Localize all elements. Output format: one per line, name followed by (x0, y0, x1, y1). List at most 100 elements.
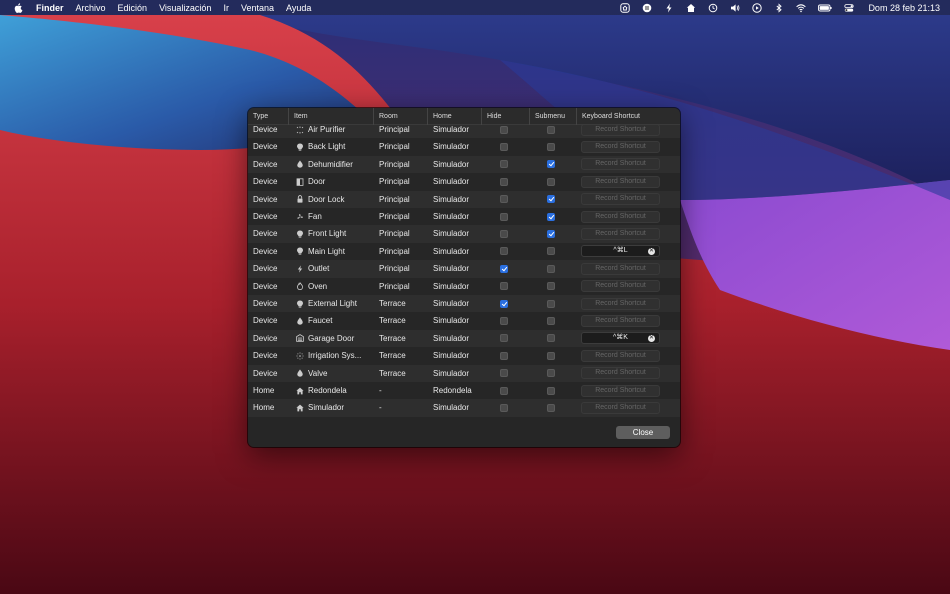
record-shortcut-button[interactable]: Record Shortcut (581, 402, 660, 415)
battery-icon[interactable] (818, 3, 833, 13)
menu-ir[interactable]: Ir (223, 3, 229, 13)
record-shortcut-button[interactable]: Record Shortcut (581, 349, 660, 362)
record-shortcut-button[interactable]: Record Shortcut (581, 315, 660, 328)
table-row[interactable]: Device Main Light Principal Simulador ^⌘L ✕ (248, 243, 680, 260)
table-row[interactable]: Device Oven Principal Simulador Record Short… (248, 278, 680, 295)
menu-finder[interactable]: Finder (36, 3, 64, 13)
menu-ventana[interactable]: Ventana (241, 3, 274, 13)
submenu-checkbox[interactable] (547, 247, 555, 256)
play-icon[interactable] (752, 2, 763, 13)
shortcut-recorder[interactable]: ^⌘L ✕ (581, 245, 660, 258)
hide-checkbox[interactable] (500, 317, 508, 326)
header-item[interactable]: Item (288, 108, 373, 125)
record-shortcut-button[interactable]: Record Shortcut (581, 141, 660, 154)
hide-checkbox[interactable] (500, 230, 508, 239)
submenu-checkbox[interactable] (547, 264, 555, 273)
record-shortcut-button[interactable]: Record Shortcut (581, 297, 660, 310)
table-row[interactable]: Device External Light Terrace Simulador Reco… (248, 295, 680, 313)
table-row[interactable]: Device Front Light Principal Simulador Recor… (248, 225, 680, 243)
hide-checkbox[interactable] (500, 282, 508, 291)
wifi-icon[interactable] (796, 3, 807, 13)
control-center-icon[interactable] (844, 3, 855, 13)
record-shortcut-button[interactable]: Record Shortcut (581, 262, 660, 275)
record-shortcut-button[interactable]: Record Shortcut (581, 125, 660, 136)
vpn-icon[interactable] (642, 3, 652, 13)
submenu-checkbox[interactable] (547, 334, 555, 343)
record-shortcut-button[interactable]: Record Shortcut (581, 175, 660, 188)
clear-shortcut-icon[interactable]: ✕ (648, 247, 655, 255)
submenu-checkbox[interactable] (547, 143, 555, 152)
hide-checkbox[interactable] (500, 351, 508, 360)
submenu-checkbox[interactable] (547, 369, 555, 378)
hide-checkbox[interactable] (500, 212, 508, 221)
table-row[interactable]: Device Valve Terrace Simulador Record Shortc… (248, 364, 680, 382)
shortcut-value: ^⌘K (613, 334, 628, 342)
header-type[interactable]: Type (248, 108, 288, 125)
submenu-checkbox[interactable] (547, 282, 555, 291)
submenu-checkbox[interactable] (547, 230, 555, 239)
close-button[interactable]: Close (616, 426, 670, 439)
submenu-checkbox[interactable] (547, 160, 555, 169)
table-row[interactable]: Device Air Purifier Principal Simulador Reco… (248, 125, 680, 139)
hide-checkbox[interactable] (500, 177, 508, 186)
row-item-name: Simulador (308, 403, 345, 413)
bluetooth-icon[interactable] (774, 2, 784, 13)
table-row[interactable]: Device Back Light Principal Simulador Record… (248, 138, 680, 155)
time-machine-icon[interactable] (708, 3, 718, 13)
record-shortcut-button[interactable]: Record Shortcut (581, 280, 660, 293)
hide-checkbox[interactable] (500, 334, 508, 343)
submenu-checkbox[interactable] (547, 195, 555, 204)
menu-archivo[interactable]: Archivo (76, 3, 106, 13)
submenu-checkbox[interactable] (547, 404, 555, 413)
record-shortcut-button[interactable]: Record Shortcut (581, 228, 660, 241)
record-shortcut-button[interactable]: Record Shortcut (581, 158, 660, 171)
hide-checkbox[interactable] (500, 264, 508, 273)
header-home[interactable]: Home (427, 108, 481, 125)
submenu-checkbox[interactable] (547, 351, 555, 360)
table-row[interactable]: Device Door Lock Principal Simulador Record … (248, 190, 680, 208)
hide-checkbox[interactable] (500, 247, 508, 256)
hide-checkbox[interactable] (500, 386, 508, 395)
table-row[interactable]: Device Faucet Terrace Simulador Record Short… (248, 312, 680, 329)
hide-checkbox[interactable] (500, 143, 508, 152)
submenu-checkbox[interactable] (547, 125, 555, 134)
submenu-checkbox[interactable] (547, 386, 555, 395)
table-row[interactable]: Device Outlet Principal Simulador Record Sho… (248, 260, 680, 278)
record-shortcut-button[interactable]: Record Shortcut (581, 210, 660, 223)
menu-edicion[interactable]: Edición (118, 3, 148, 13)
record-shortcut-button[interactable]: Record Shortcut (581, 384, 660, 397)
header-room[interactable]: Room (373, 108, 427, 125)
submenu-checkbox[interactable] (547, 212, 555, 221)
header-hide[interactable]: Hide (481, 108, 529, 125)
hide-checkbox[interactable] (500, 299, 508, 308)
header-keyboard-shortcut[interactable]: Keyboard Shortcut (576, 108, 680, 125)
record-shortcut-button[interactable]: Record Shortcut (581, 367, 660, 380)
table-row[interactable]: Device Door Principal Simulador Record Short… (248, 173, 680, 190)
clear-shortcut-icon[interactable]: ✕ (648, 334, 655, 342)
hide-checkbox[interactable] (500, 195, 508, 204)
shortcut-recorder[interactable]: ^⌘K ✕ (581, 332, 660, 345)
bolt-icon[interactable] (664, 3, 674, 13)
menubar-clock[interactable]: Dom 28 feb 21:13 (868, 3, 940, 13)
table-row[interactable]: Device Dehumidifier Principal Simulador Reco… (248, 155, 680, 174)
header-submenu[interactable]: Submenu (529, 108, 576, 125)
hide-checkbox[interactable] (500, 160, 508, 169)
hide-checkbox[interactable] (500, 404, 508, 413)
menu-visualizacion[interactable]: Visualización (159, 3, 211, 13)
table-row[interactable]: Device Fan Principal Simulador Record Shortc… (248, 208, 680, 225)
table-row[interactable]: Device Garage Door Terrace Simulador ^⌘K ✕ (248, 329, 680, 348)
home-status-icon[interactable] (620, 2, 631, 13)
hide-checkbox[interactable] (500, 125, 508, 134)
submenu-checkbox[interactable] (547, 177, 555, 186)
menu-ayuda[interactable]: Ayuda (286, 3, 311, 13)
submenu-checkbox[interactable] (547, 317, 555, 326)
volume-icon[interactable] (730, 3, 740, 13)
table-row[interactable]: Home Redondela - Redondela Record Shortcut (248, 382, 680, 399)
table-row[interactable]: Home Simulador - Simulador Record Shortcut (248, 399, 680, 417)
house-icon[interactable] (686, 3, 696, 13)
hide-checkbox[interactable] (500, 369, 508, 378)
record-shortcut-button[interactable]: Record Shortcut (581, 193, 660, 206)
apple-icon[interactable] (12, 2, 24, 13)
table-row[interactable]: Device Irrigation Sys... Terrace Simulador R… (248, 347, 680, 364)
submenu-checkbox[interactable] (547, 299, 555, 308)
